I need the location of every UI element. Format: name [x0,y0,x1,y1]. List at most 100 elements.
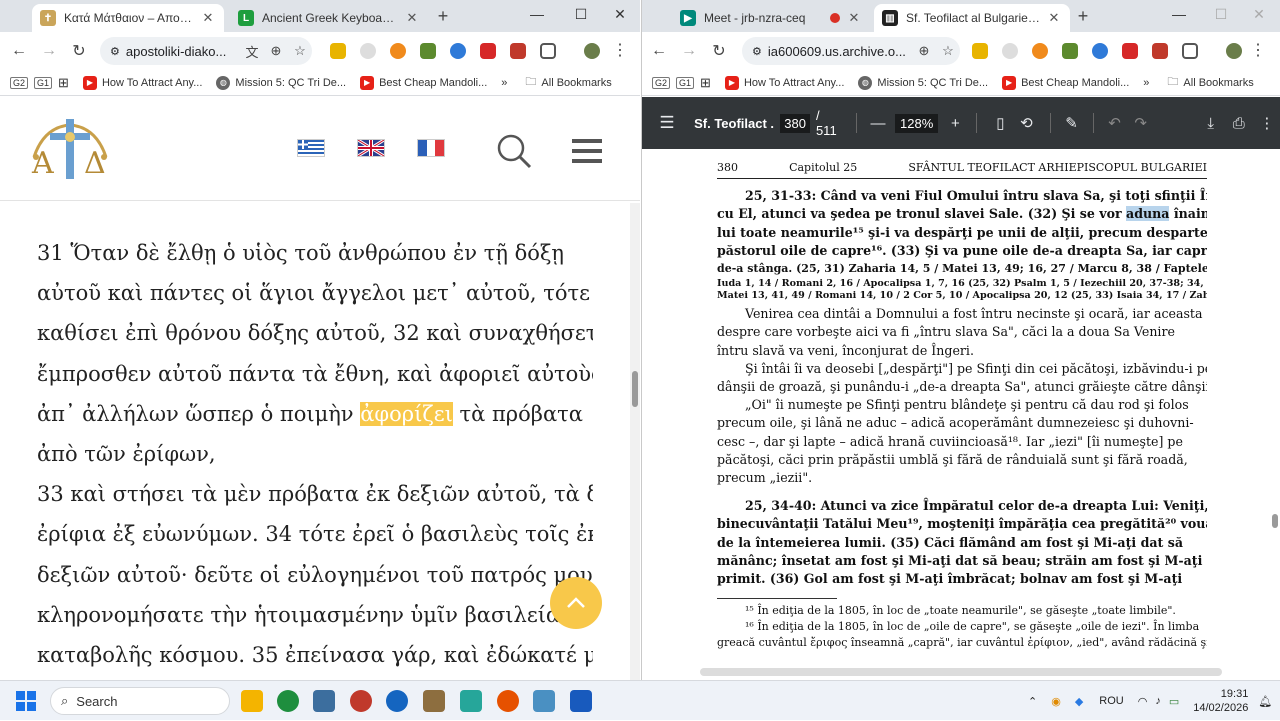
app-icon[interactable] [533,690,555,712]
scrollbar-thumb[interactable] [632,371,638,407]
wifi-icon[interactable]: ◠ [1138,695,1148,708]
pdf-more-icon[interactable]: ⋮ [1254,114,1280,132]
pdf-horizontal-scrollbar[interactable] [700,668,1222,676]
redo-icon[interactable]: ↷ [1128,114,1154,132]
minimize-button[interactable]: — [522,6,552,22]
reload-icon[interactable]: ↻ [704,41,734,61]
tab-kata-matthaion[interactable]: ✝ Κατά Μάτθαιον – Αποστολική ✕ [32,4,224,32]
close-tab-icon[interactable]: ✕ [200,10,216,26]
bookmark-mission[interactable]: ◍ Mission 5: QC Tri De... [858,75,988,90]
address-bar[interactable]: ⚙ apostoliki-diako... 文 ⊕ ☆ [100,37,312,65]
extension-icon[interactable] [1092,43,1108,59]
annotate-pen-icon[interactable]: ✎ [1058,114,1084,132]
scroll-to-top-button[interactable] [550,577,602,629]
download-icon[interactable]: ⤓ [1198,115,1224,132]
address-bar[interactable]: ⚙ ia600609.us.archive.o... ⊕ ☆ [742,37,960,65]
new-tab-button[interactable]: + [1071,6,1095,27]
minimize-button[interactable]: — [1164,6,1194,22]
close-window-button[interactable]: ✕ [605,6,635,23]
bookmark-star-icon[interactable]: ☆ [936,43,960,59]
zoom-level-input[interactable]: 128% [895,113,939,133]
browser-menu-icon[interactable]: ⋮ [1250,40,1266,60]
tray-app-icon[interactable]: ◉ [1051,695,1061,708]
extensions-puzzle-icon[interactable] [1182,43,1198,59]
extension-icon[interactable] [1032,43,1048,59]
extension-icon[interactable] [1002,43,1018,59]
uk-flag-icon[interactable] [357,138,385,158]
fit-page-icon[interactable]: ▯ [987,114,1013,132]
more-bookmarks-button[interactable]: » [1143,77,1149,89]
zoom-icon[interactable]: ⊕ [912,43,936,59]
maximize-button[interactable]: ☐ [1206,6,1236,23]
reload-icon[interactable]: ↻ [64,41,94,61]
app-icon[interactable] [313,690,335,712]
app-icon[interactable] [460,690,482,712]
file-explorer-icon[interactable] [241,690,263,712]
print-icon[interactable]: ⎙ [1226,115,1252,132]
bookmark-youtube-1[interactable]: ▶ How To Attract Any... [724,75,844,90]
extension-icon[interactable] [1152,43,1168,59]
hamburger-menu-icon[interactable] [572,139,602,169]
bookmark-youtube-2[interactable]: ▶ Best Cheap Mandoli... [1002,75,1129,90]
bookmark-g1[interactable]: G1 [676,76,695,89]
zoom-in-icon[interactable]: + [942,115,968,132]
forward-icon[interactable]: → [34,42,64,60]
translate-icon[interactable]: 文 [240,42,264,61]
extension-icon[interactable] [1122,43,1138,59]
avatar[interactable] [584,43,600,59]
highlighted-word[interactable]: ἀφορίζει [360,401,453,426]
extension-icon[interactable] [972,43,988,59]
zoom-icon[interactable]: ⊕ [264,43,288,59]
volume-icon[interactable]: ♪ [1155,695,1161,707]
extension-icon[interactable] [330,43,346,59]
rotate-icon[interactable]: ⟲ [1013,114,1039,132]
tab-teofilact[interactable]: ▥ Sf. Teofilact al Bulgariei - Tâlcuir ✕ [874,4,1070,32]
windows-start-icon[interactable] [16,691,36,711]
new-tab-button[interactable]: + [431,6,455,27]
site-info-icon[interactable]: ⚙ [752,45,762,58]
extension-icon[interactable] [360,43,376,59]
extension-icon[interactable] [1062,43,1078,59]
tab-greek-keyboard[interactable]: L Ancient Greek Keyboard Online ✕ [230,4,428,32]
extension-icon[interactable] [480,43,496,59]
language-indicator[interactable]: ROU [1099,695,1123,707]
bookmark-g1[interactable]: G1 [34,76,53,89]
zoom-out-icon[interactable]: — [865,115,891,132]
chrome-icon[interactable] [277,690,299,712]
page-number-input[interactable]: 380 [780,113,810,133]
search-icon[interactable] [496,133,532,169]
scrollbar-thumb[interactable] [1272,514,1278,528]
page-scrollbar[interactable] [630,203,640,680]
word-icon[interactable] [570,690,592,712]
maximize-button[interactable]: ☐ [566,6,596,23]
all-bookmarks-button[interactable]: 🗀 All Bookmarks [1167,73,1253,92]
bookmark-star-icon[interactable]: ☆ [288,43,312,59]
search-highlight[interactable]: aduna [1126,206,1170,222]
bookmark-youtube-2[interactable]: ▶ Best Cheap Mandoli... [360,75,487,90]
extensions-puzzle-icon[interactable] [540,43,556,59]
clock[interactable]: 19:31 14/02/2026 [1193,687,1248,715]
tray-app-icon[interactable]: ◆ [1075,695,1083,708]
extension-icon[interactable] [510,43,526,59]
forward-icon[interactable]: → [674,42,704,60]
apps-grid-icon[interactable]: ⊞ [58,75,69,91]
taskbar-search[interactable]: ⌕ Search [50,687,230,715]
sidebar-menu-icon[interactable]: ☰ [654,113,680,133]
extension-icon[interactable] [390,43,406,59]
more-bookmarks-button[interactable]: » [501,77,507,89]
close-tab-icon[interactable]: ✕ [1046,10,1062,26]
extension-icon[interactable] [450,43,466,59]
bookmark-g2[interactable]: G2 [10,76,29,89]
french-flag-icon[interactable] [417,139,445,157]
tab-meet[interactable]: ▶ Meet - jrb-nzra-ceq ✕ [672,4,870,32]
battery-icon[interactable]: ▭ [1169,695,1179,708]
avatar[interactable] [1226,43,1242,59]
close-tab-icon[interactable]: ✕ [404,10,420,26]
chevron-up-icon[interactable]: ⌃ [1028,695,1037,708]
bookmark-youtube-1[interactable]: ▶ How To Attract Any... [82,75,202,90]
app-icon[interactable] [350,690,372,712]
notification-bell-icon[interactable]: 🔔︎ [1258,695,1272,708]
pdf-scrollbar[interactable] [1270,149,1280,680]
site-info-icon[interactable]: ⚙ [110,45,120,58]
all-bookmarks-button[interactable]: 🗀 All Bookmarks [525,73,611,92]
